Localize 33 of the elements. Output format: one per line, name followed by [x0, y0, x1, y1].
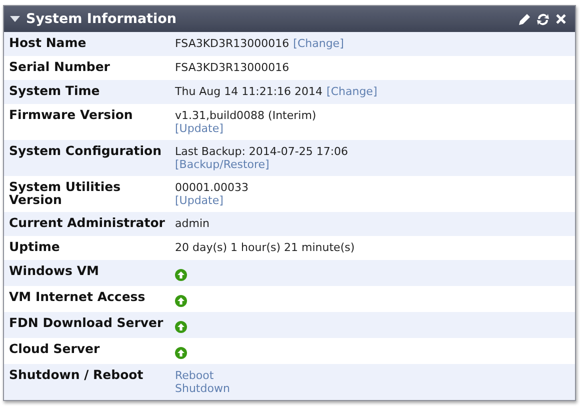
field-label: System Utilities Version: [8, 180, 122, 207]
field-label: System Configuration: [8, 144, 163, 160]
action-link[interactable]: [Change]: [293, 37, 344, 50]
field-value: 20 day(s) 1 hour(s) 21 minute(s): [175, 241, 355, 254]
action-link[interactable]: [Change]: [326, 85, 378, 98]
field-label: System Time: [8, 84, 101, 99]
field-value: Last Backup: 2014-07-25 17:06: [175, 145, 348, 158]
close-icon[interactable]: [555, 13, 567, 25]
field-value: admin: [175, 217, 210, 230]
field-label: FDN Download Server: [8, 316, 164, 332]
field-value: 00001.00033: [175, 181, 248, 194]
action-link[interactable]: [Update]: [175, 194, 224, 207]
field-value: FSA3KD3R13000016: [175, 37, 290, 50]
widget-title: System Information: [26, 11, 178, 27]
edit-icon[interactable]: [518, 12, 531, 26]
field-label: Uptime: [8, 240, 61, 255]
refresh-icon[interactable]: [536, 12, 550, 26]
field-label: Serial Number: [8, 60, 111, 75]
field-label: Windows VM: [8, 264, 100, 280]
action-link[interactable]: Reboot: [175, 369, 214, 382]
field-label: Shutdown / Reboot: [8, 368, 144, 384]
collapse-toggle-icon[interactable]: [10, 15, 20, 23]
field-value: Thu Aug 14 11:21:16 2014: [175, 85, 323, 98]
field-label: Current Administrator: [8, 216, 166, 231]
field-label: Cloud Server: [8, 342, 101, 358]
field-value: v1.31,build0088 (Interim): [175, 109, 316, 122]
action-link[interactable]: [Update]: [175, 122, 224, 135]
field-label: VM Internet Access: [8, 290, 146, 306]
field-label: Firmware Version: [8, 108, 134, 124]
action-link[interactable]: Shutdown: [175, 382, 230, 395]
field-value: FSA3KD3R13000016: [175, 61, 290, 74]
field-label: Host Name: [8, 36, 88, 51]
action-link[interactable]: [Backup/Restore]: [175, 158, 270, 171]
